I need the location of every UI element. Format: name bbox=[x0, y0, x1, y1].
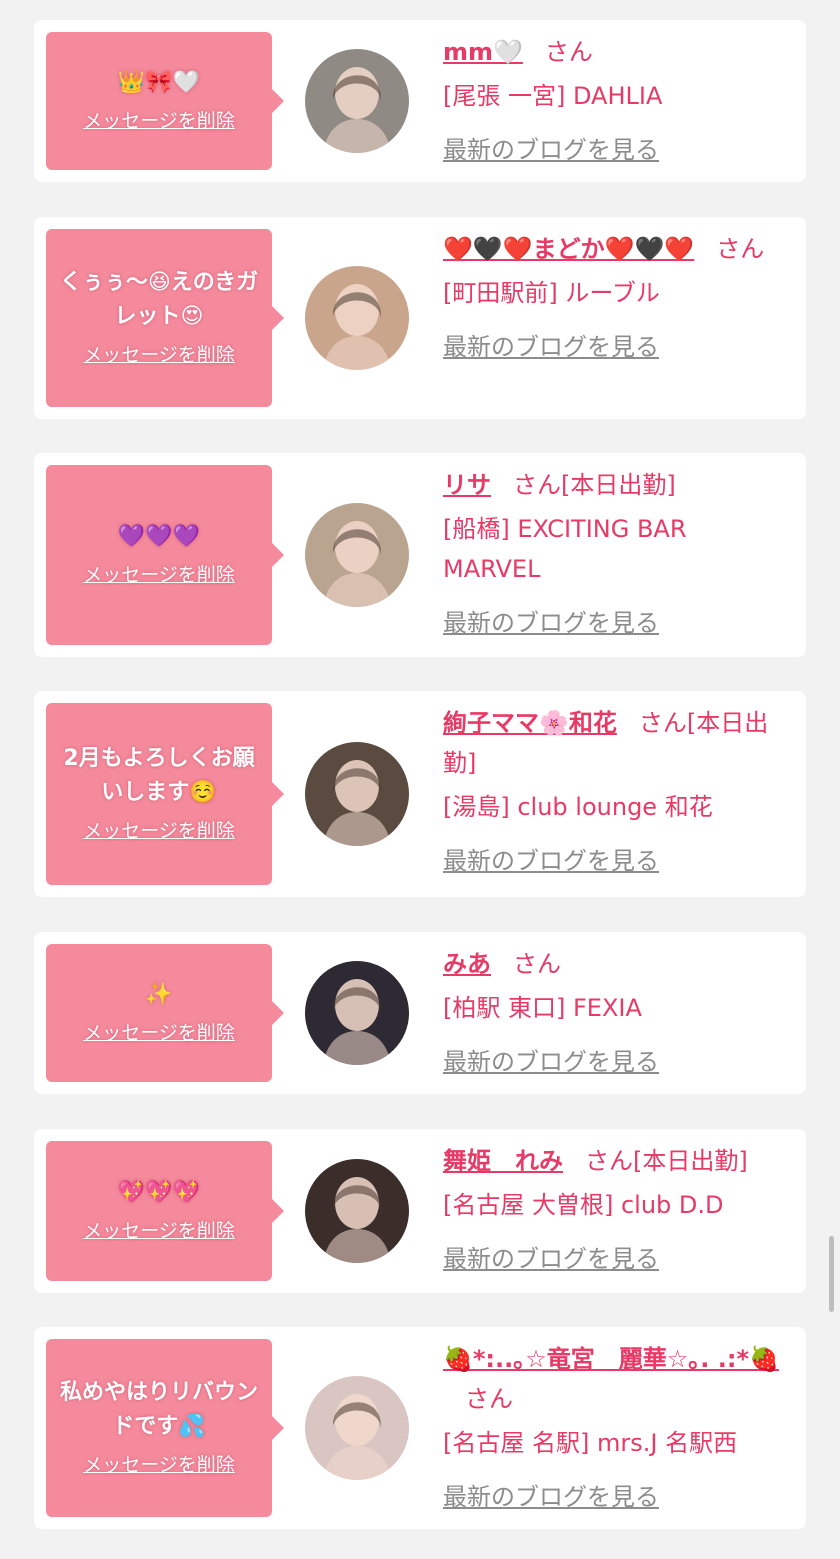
message-bubble: 💖💖💖 メッセージを削除 bbox=[46, 1141, 284, 1281]
avatar-photo bbox=[305, 503, 409, 607]
shop-location: [名古屋 大曽根] club D.D bbox=[443, 1191, 724, 1219]
cast-name-link[interactable]: みあ bbox=[443, 950, 491, 978]
shop-location: [名古屋 名駅] mrs.J 名駅西 bbox=[443, 1429, 738, 1457]
delete-message-link[interactable]: メッセージを削除 bbox=[83, 816, 235, 846]
avatar-photo bbox=[305, 742, 409, 846]
cast-info: mm🤍 さん [尾張 一宮] DAHLIA 最新のブログを見る bbox=[443, 32, 786, 170]
cast-info: 🍓*:..｡☆竜宮 麗華☆｡. .:*🍓 さん [名古屋 名駅] mrs.J 名駅… bbox=[443, 1339, 786, 1517]
shop-location: [湯島] club lounge 和花 bbox=[443, 793, 713, 821]
honorific: さん bbox=[465, 1385, 513, 1413]
honorific: さん bbox=[716, 235, 765, 263]
delete-message-link[interactable]: メッセージを削除 bbox=[83, 106, 235, 136]
latest-blog-link[interactable]: 最新のブログを見る bbox=[443, 1042, 659, 1082]
delete-message-link[interactable]: メッセージを削除 bbox=[83, 340, 235, 370]
cast-card: 私めやはりリバウンドです💦 メッセージを削除 🍓*:..｡☆竜宮 麗華☆｡. .… bbox=[34, 1327, 806, 1529]
avatar-photo bbox=[305, 1376, 409, 1480]
shop-location: [柏駅 東口] FEXIA bbox=[443, 994, 642, 1022]
cast-card: ✨ メッセージを削除 みあ さん [柏駅 東口] FEXIA 最新のブログを見る bbox=[34, 932, 806, 1094]
scrollbar[interactable] bbox=[829, 1236, 834, 1312]
message-text: 💖💖💖 bbox=[117, 1180, 201, 1205]
message-bubble: 私めやはりリバウンドです💦 メッセージを削除 bbox=[46, 1339, 284, 1517]
delete-message-link[interactable]: メッセージを削除 bbox=[83, 560, 235, 590]
cast-info: みあ さん [柏駅 東口] FEXIA 最新のブログを見る bbox=[443, 944, 786, 1082]
latest-blog-link[interactable]: 最新のブログを見る bbox=[443, 603, 659, 643]
cast-name-link[interactable]: 🍓*:..｡☆竜宮 麗華☆｡. .:*🍓 bbox=[443, 1345, 779, 1373]
cast-card: 💖💖💖 メッセージを削除 舞姫 れみ さん[本日出勤] [名古屋 大曽根] clu… bbox=[34, 1129, 806, 1293]
avatar[interactable] bbox=[305, 961, 409, 1065]
delete-message-link[interactable]: メッセージを削除 bbox=[83, 1018, 235, 1048]
latest-blog-link[interactable]: 最新のブログを見る bbox=[443, 1239, 659, 1279]
message-text: くぅぅ〜😆えのきガレット😍 bbox=[59, 270, 259, 329]
honorific: さん bbox=[585, 1147, 633, 1175]
message-text: 💜💜💜 bbox=[117, 524, 201, 549]
honorific: さん bbox=[513, 471, 561, 499]
message-bubble: 2月もよろしくお願いします☺️ メッセージを削除 bbox=[46, 703, 284, 885]
avatar-photo bbox=[305, 1159, 409, 1263]
shop-location: [町田駅前] ルーブル bbox=[443, 279, 660, 307]
latest-blog-link[interactable]: 最新のブログを見る bbox=[443, 327, 659, 367]
cast-name-link[interactable]: mm🤍 bbox=[443, 38, 523, 66]
latest-blog-link[interactable]: 最新のブログを見る bbox=[443, 841, 659, 881]
avatar[interactable] bbox=[305, 49, 409, 153]
cast-name-link[interactable]: ❤️🖤❤️まどか❤️🖤❤️ bbox=[443, 235, 694, 263]
latest-blog-link[interactable]: 最新のブログを見る bbox=[443, 130, 659, 170]
avatar[interactable] bbox=[305, 503, 409, 607]
message-text: 2月もよろしくお願いします☺️ bbox=[63, 746, 255, 805]
avatar-photo bbox=[305, 49, 409, 153]
favorites-list: 👑🎀🤍 メッセージを削除 mm🤍 さん [尾張 一宮] DAHLIA 最新のブログ… bbox=[0, 0, 840, 1559]
cast-info: ❤️🖤❤️まどか❤️🖤❤️ さん [町田駅前] ルーブル 最新のブログを見る bbox=[443, 229, 786, 367]
honorific: さん bbox=[544, 38, 593, 66]
message-bubble: 👑🎀🤍 メッセージを削除 bbox=[46, 32, 284, 170]
cast-info: 絢子ママ🌸和花 さん[本日出勤] [湯島] club lounge 和花 最新のブ… bbox=[443, 703, 786, 881]
cast-card: 💜💜💜 メッセージを削除 リサ さん[本日出勤] [船橋] EXCITING BA… bbox=[34, 453, 806, 657]
avatar[interactable] bbox=[305, 266, 409, 370]
avatar-photo bbox=[305, 266, 409, 370]
cast-info: リサ さん[本日出勤] [船橋] EXCITING BAR MARVEL 最新のブ… bbox=[443, 465, 786, 643]
message-text: ✨ bbox=[145, 982, 173, 1007]
cast-card: 👑🎀🤍 メッセージを削除 mm🤍 さん [尾張 一宮] DAHLIA 最新のブログ… bbox=[34, 20, 806, 182]
delete-message-link[interactable]: メッセージを削除 bbox=[83, 1216, 235, 1246]
avatar[interactable] bbox=[305, 742, 409, 846]
cast-name-link[interactable]: 絢子ママ🌸和花 bbox=[443, 709, 617, 737]
honorific: さん bbox=[513, 950, 561, 978]
cast-name-link[interactable]: リサ bbox=[443, 471, 491, 499]
message-bubble: 💜💜💜 メッセージを削除 bbox=[46, 465, 284, 645]
message-bubble: くぅぅ〜😆えのきガレット😍 メッセージを削除 bbox=[46, 229, 284, 407]
message-text: 👑🎀🤍 bbox=[117, 70, 201, 95]
message-text: 私めやはりリバウンドです💦 bbox=[59, 1380, 258, 1439]
cast-card: くぅぅ〜😆えのきガレット😍 メッセージを削除 ❤️🖤❤️まどか❤️🖤❤️ さん [… bbox=[34, 217, 806, 419]
cast-name-link[interactable]: 舞姫 れみ bbox=[443, 1147, 563, 1175]
avatar-photo bbox=[305, 961, 409, 1065]
honorific: さん bbox=[638, 709, 687, 737]
cast-card: 2月もよろしくお願いします☺️ メッセージを削除 絢子ママ🌸和花 さん[本日出勤]… bbox=[34, 691, 806, 897]
status-badge: [本日出勤] bbox=[633, 1147, 748, 1175]
message-bubble: ✨ メッセージを削除 bbox=[46, 944, 284, 1082]
shop-location: [尾張 一宮] DAHLIA bbox=[443, 82, 663, 110]
status-badge: [本日出勤] bbox=[561, 471, 676, 499]
delete-message-link[interactable]: メッセージを削除 bbox=[83, 1450, 235, 1480]
latest-blog-link[interactable]: 最新のブログを見る bbox=[443, 1477, 659, 1517]
shop-location: [船橋] EXCITING BAR MARVEL bbox=[443, 515, 687, 583]
avatar[interactable] bbox=[305, 1376, 409, 1480]
cast-info: 舞姫 れみ さん[本日出勤] [名古屋 大曽根] club D.D 最新のブログを… bbox=[443, 1141, 786, 1279]
avatar[interactable] bbox=[305, 1159, 409, 1263]
